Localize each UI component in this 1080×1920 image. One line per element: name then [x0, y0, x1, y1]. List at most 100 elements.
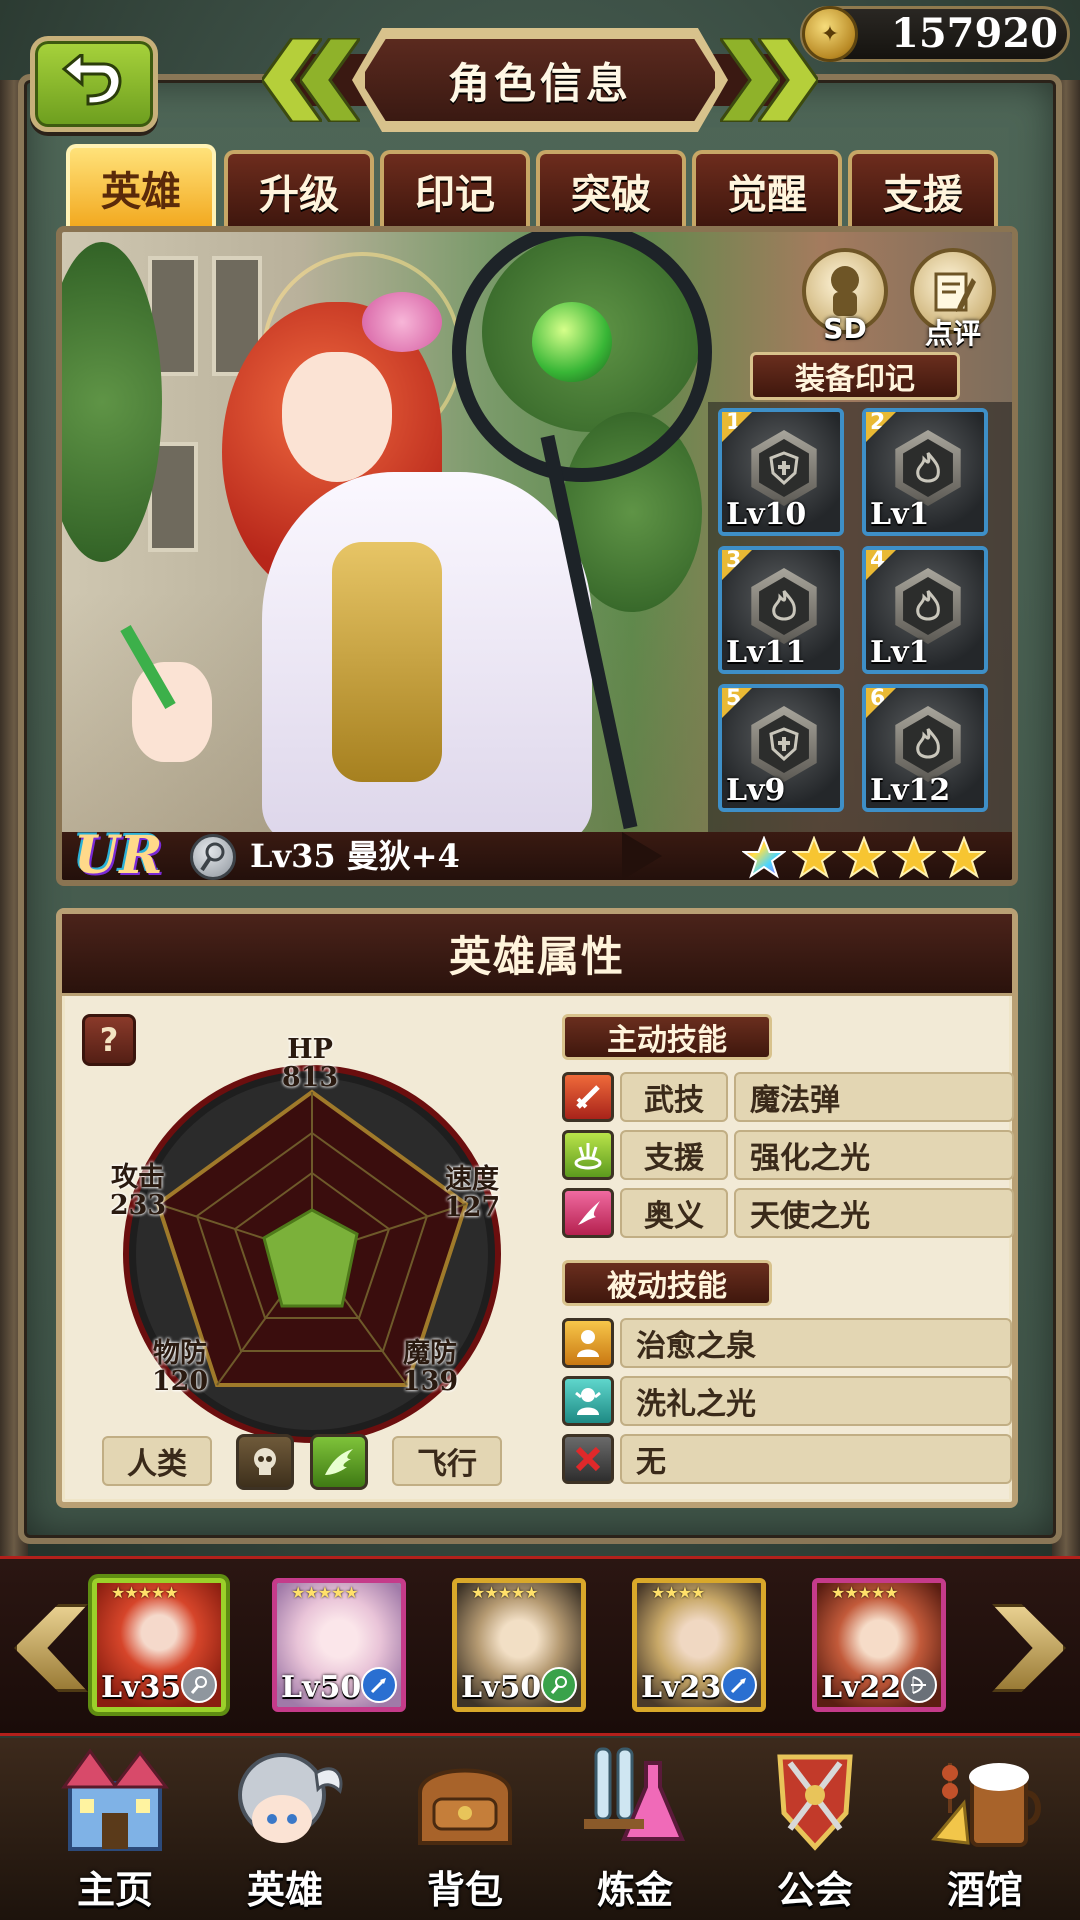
stat-hp-label: HP [287, 1034, 333, 1065]
rainbow-star-icon [742, 836, 786, 879]
tab-support[interactable]: 支援 [848, 150, 998, 228]
stat-mdef-value: 139 [401, 1366, 459, 1397]
rarity-badge: UR [74, 825, 163, 886]
mark-slot-4[interactable]: 4 Lv1 [862, 546, 988, 674]
active-skills-title: 主动技能 [562, 1014, 772, 1060]
stat-atk: 攻击 233 [98, 1164, 178, 1220]
baptism-light-icon[interactable] [562, 1376, 614, 1426]
nav-label: 酒馆 [946, 1868, 1023, 1912]
skill-type-support: 支援 [620, 1130, 728, 1180]
nav-tavern[interactable]: 酒馆 [900, 1740, 1070, 1920]
card-level: Lv35 [101, 1670, 182, 1705]
passive-skill-name[interactable]: 洗礼之光 [620, 1376, 1012, 1426]
spear-class-icon [721, 1667, 757, 1703]
nav-hero[interactable]: 英雄 [200, 1740, 370, 1920]
roster-hero-card[interactable]: ★★★★★ Lv50 [452, 1578, 586, 1712]
hero-attributes-panel: 英雄属性 ? HP 813 速度 127 魔防 139 物防 120 攻击 23… [56, 908, 1018, 1508]
stat-speed-label: 速度 [445, 1164, 499, 1195]
back-button[interactable] [30, 36, 158, 132]
slot-number: 3 [722, 550, 752, 580]
active-skill-name[interactable]: 天使之光 [734, 1188, 1014, 1238]
tab-hero[interactable]: 英雄 [66, 144, 216, 228]
sword-icon[interactable] [562, 1072, 614, 1122]
mark-slot-1[interactable]: 1 Lv10 [718, 408, 844, 536]
card-star-icons: ★★★★★ [831, 1583, 899, 1602]
mark-slot-6[interactable]: 6 Lv12 [862, 684, 988, 812]
page-title: 角色信息 [447, 58, 632, 108]
support-light-icon[interactable] [562, 1130, 614, 1180]
gold-amount: 157920 [891, 10, 1058, 57]
movement-trait: 飞行 [392, 1436, 502, 1486]
nav-label: 主页 [76, 1868, 153, 1912]
stat-hp-value: 813 [281, 1062, 339, 1093]
stat-speed-value: 127 [443, 1192, 501, 1223]
nav-label: 炼金 [596, 1868, 673, 1912]
gold-star-icon [842, 836, 886, 879]
flower-accessory [362, 292, 442, 352]
none-x-icon [562, 1434, 614, 1484]
slot-number: 5 [722, 688, 752, 718]
roster-hero-card[interactable]: ★★★★★ Lv50 [272, 1578, 406, 1712]
mark-level: Lv10 [726, 497, 807, 532]
bow-class-icon [901, 1667, 937, 1703]
active-skill-name[interactable]: 强化之光 [734, 1130, 1014, 1180]
gold-star-icon [892, 836, 936, 879]
card-star-icons: ★★★★ [651, 1583, 705, 1602]
card-star-icons: ★★★★★ [471, 1583, 539, 1602]
backpack-icon [400, 1740, 530, 1855]
roster-hero-card[interactable]: ★★★★★ Lv35 [92, 1578, 226, 1712]
mark-slot-3[interactable]: 3 Lv11 [718, 546, 844, 674]
skill-type-weapon: 武技 [620, 1072, 728, 1122]
nav-label: 背包 [426, 1868, 503, 1912]
stat-speed: 速度 127 [432, 1166, 512, 1222]
ultimate-icon[interactable] [562, 1188, 614, 1238]
mark-level: Lv1 [870, 497, 930, 532]
nav-alchemy[interactable]: 炼金 [550, 1740, 720, 1920]
potion-flask-icon [570, 1740, 700, 1855]
stat-mdef-label: 魔防 [403, 1338, 457, 1369]
active-skill-name[interactable]: 魔法弹 [734, 1072, 1014, 1122]
nav-guild[interactable]: 公会 [730, 1740, 900, 1920]
tavern-icon [920, 1740, 1050, 1855]
skull-icon [236, 1434, 294, 1490]
tab-breakthrough[interactable]: 突破 [536, 150, 686, 228]
hero-hand [132, 662, 212, 762]
roster-hero-card[interactable]: ★★★★★ Lv22 [812, 1578, 946, 1712]
tab-awaken[interactable]: 觉醒 [692, 150, 842, 228]
passive-skill-name: 无 [620, 1434, 1012, 1484]
healing-spring-icon[interactable] [562, 1318, 614, 1368]
mark-slot-5[interactable]: 5 Lv9 [718, 684, 844, 812]
card-level: Lv22 [821, 1670, 902, 1705]
slot-number: 2 [866, 412, 896, 442]
skill-type-ultimate: 奥义 [620, 1188, 728, 1238]
staff-class-icon [190, 834, 236, 880]
card-star-icons: ★★★★★ [291, 1583, 359, 1602]
passive-skill-name[interactable]: 治愈之泉 [620, 1318, 1012, 1368]
stat-pdef-value: 120 [151, 1366, 209, 1397]
chevron-left-icon [300, 38, 360, 122]
back-arrow-icon [61, 54, 122, 106]
castle-icon [50, 1740, 180, 1855]
card-star-icons: ★★★★★ [111, 1583, 179, 1602]
guild-crest-icon [750, 1740, 880, 1855]
equip-mark-title: 装备印记 [750, 352, 960, 400]
flame-mark-icon [903, 715, 953, 773]
dress-gold-trim [332, 542, 442, 782]
mark-level: Lv9 [726, 773, 786, 808]
sd-label: SD [823, 312, 867, 345]
stat-pdef: 物防 120 [140, 1340, 220, 1396]
rate-label: 点评 [924, 317, 981, 350]
mark-slot-2[interactable]: 2 Lv1 [862, 408, 988, 536]
roster-hero-card[interactable]: ★★★★ Lv23 [632, 1578, 766, 1712]
staff-class-icon [181, 1667, 217, 1703]
staff-class-icon [541, 1667, 577, 1703]
nav-bag[interactable]: 背包 [380, 1740, 550, 1920]
nav-home[interactable]: 主页 [30, 1740, 200, 1920]
card-level: Lv50 [461, 1670, 542, 1705]
stat-atk-value: 233 [109, 1190, 167, 1221]
slot-number: 6 [866, 688, 896, 718]
tab-mark[interactable]: 印记 [380, 150, 530, 228]
gold-star-icon [942, 836, 986, 879]
tab-upgrade[interactable]: 升级 [224, 150, 374, 228]
wing-icon [310, 1434, 368, 1490]
